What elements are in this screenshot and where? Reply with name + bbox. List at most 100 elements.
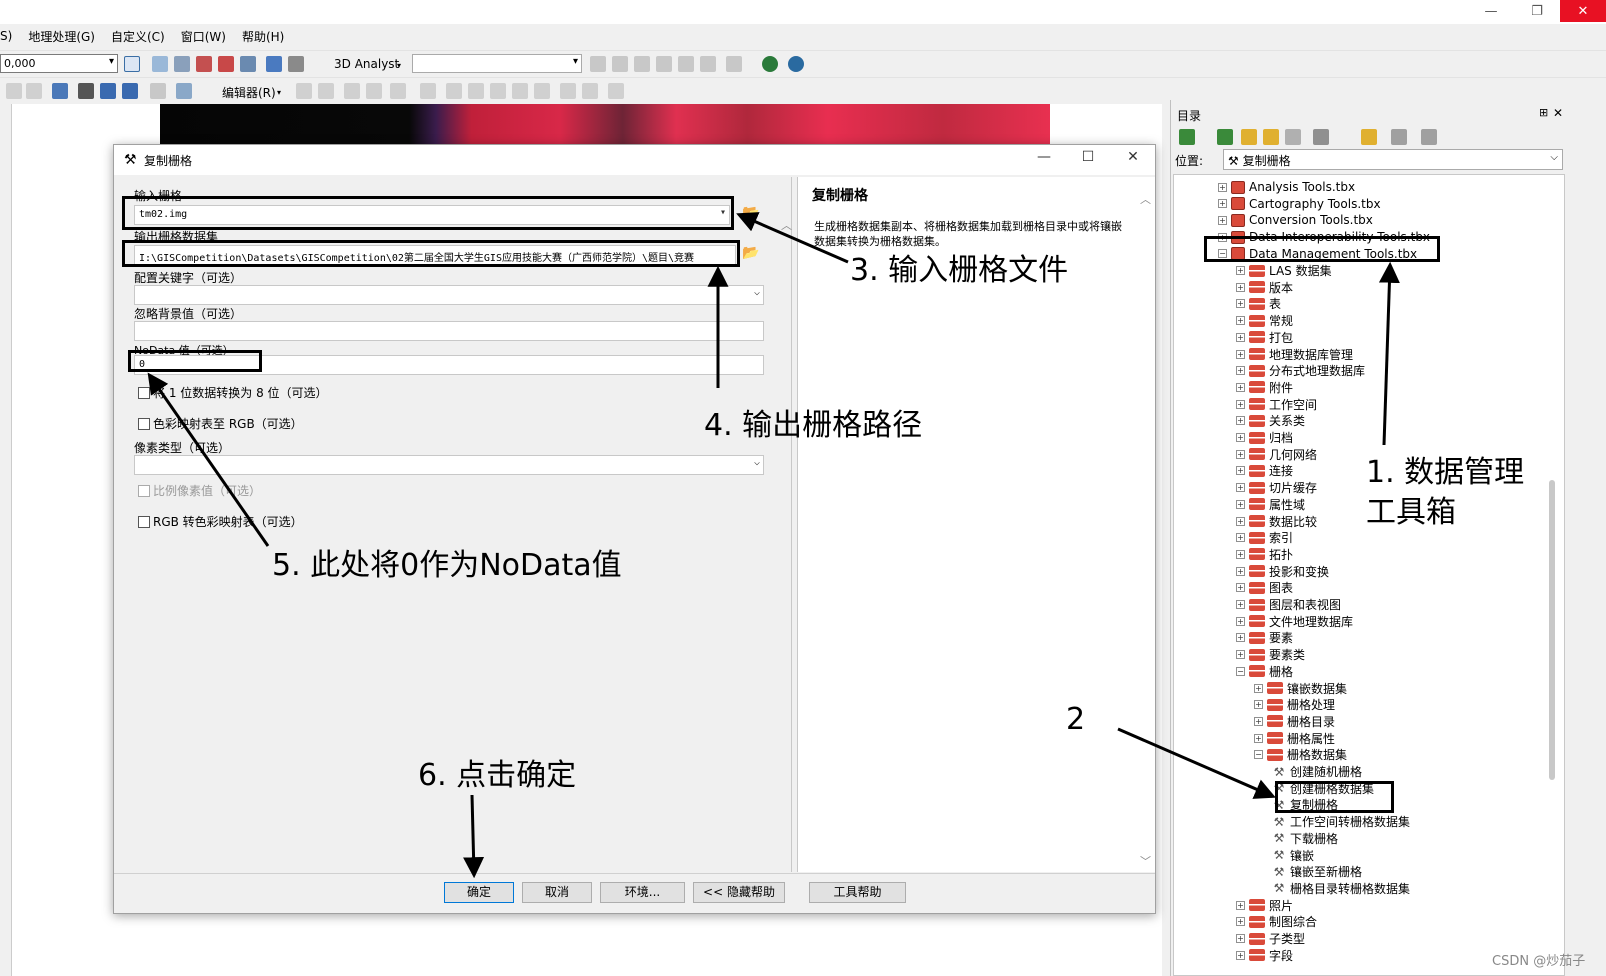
measure-icon[interactable] xyxy=(288,56,304,72)
toolset-item[interactable]: + 属性域 xyxy=(1236,496,1305,512)
toolset-item[interactable]: + 版本 xyxy=(1236,279,1293,295)
toolset-item[interactable]: + 分布式地理数据库 xyxy=(1236,363,1365,379)
globe-icon[interactable] xyxy=(762,56,778,72)
3d-analyst-label[interactable]: 3D Analyst xyxy=(334,57,399,71)
expand-icon[interactable]: + xyxy=(1236,934,1245,943)
expand-icon[interactable]: + xyxy=(1236,449,1245,459)
dialog-close-button[interactable]: ✕ xyxy=(1118,149,1148,171)
reshape-icon[interactable] xyxy=(468,83,484,99)
toolset-item[interactable]: + 投影和变换 xyxy=(1236,563,1329,579)
expand-icon[interactable]: + xyxy=(1236,433,1245,442)
scale-combo[interactable]: 0,000 ▾ xyxy=(0,54,118,73)
catalog-tree[interactable]: + Analysis Tools.tbx + Cartography Tools.tb… xyxy=(1173,174,1565,976)
identify-icon[interactable] xyxy=(100,83,116,99)
dialog-minimize-button[interactable]: — xyxy=(1029,149,1059,171)
expand-icon[interactable]: + xyxy=(1236,266,1245,275)
menu-item-partial[interactable]: S) xyxy=(0,29,20,43)
maximize-button[interactable]: ❐ xyxy=(1514,0,1560,22)
trace-icon[interactable] xyxy=(390,83,406,99)
expand-icon[interactable]: + xyxy=(1218,199,1227,209)
toolset-item[interactable]: + 关系类 xyxy=(1236,413,1305,429)
toolset-item[interactable]: − 栅格 xyxy=(1236,663,1293,679)
expand-icon[interactable]: + xyxy=(1236,616,1245,626)
toolset-item[interactable]: + 镶嵌数据集 xyxy=(1254,680,1347,696)
help-scrollbar[interactable]: ︿ ﹀ xyxy=(1138,187,1152,868)
create-features-icon[interactable] xyxy=(608,83,624,99)
expand-icon[interactable]: + xyxy=(1236,950,1245,960)
pin-icon[interactable]: ⊞ xyxy=(1539,106,1548,119)
toolset-item[interactable]: + 数据比较 xyxy=(1236,513,1317,529)
views-icon[interactable] xyxy=(1313,129,1329,145)
toolset-item[interactable]: + 常规 xyxy=(1236,313,1293,329)
edit-tool-icon[interactable] xyxy=(296,83,312,99)
expand-icon[interactable]: + xyxy=(1236,299,1245,309)
toolset-item[interactable]: + 索引 xyxy=(1236,530,1293,546)
expand-icon[interactable]: + xyxy=(1236,533,1245,543)
straight-segment-icon[interactable] xyxy=(344,83,360,99)
expand-icon[interactable]: + xyxy=(1254,733,1263,743)
rgb-colormap-checkbox[interactable]: RGB 转色彩映射表（可选） xyxy=(138,513,303,530)
expand-icon[interactable]: + xyxy=(1236,917,1245,927)
expand-icon[interactable]: + xyxy=(1236,399,1245,409)
dialog-maximize-button[interactable]: ☐ xyxy=(1073,149,1103,171)
connect-folder-icon[interactable] xyxy=(1361,129,1377,145)
menu-item-customize[interactable]: 自定义(C) xyxy=(103,28,173,45)
toolbox-item[interactable]: + Cartography Tools.tbx xyxy=(1218,196,1381,212)
catalog-close-button[interactable]: ✕ xyxy=(1553,106,1563,120)
expand-icon[interactable]: + xyxy=(1236,516,1245,526)
close-button[interactable]: ✕ xyxy=(1560,0,1606,22)
expand-icon[interactable]: + xyxy=(1236,416,1245,426)
xy-icon[interactable] xyxy=(122,83,138,99)
line-of-sight-icon[interactable] xyxy=(656,56,672,72)
parameters-scrollbar[interactable]: ︿ ﹀ xyxy=(779,217,793,897)
tool-item[interactable]: ⚒ 栅格目录转栅格数据集 xyxy=(1272,880,1410,896)
toolset-item[interactable]: + 图层和表视图 xyxy=(1236,597,1341,613)
toolset-item[interactable]: + 打包 xyxy=(1236,329,1293,345)
toolset-item[interactable]: + LAS 数据集 xyxy=(1236,263,1332,279)
up-folder-icon[interactable] xyxy=(1241,129,1257,145)
toolset-item[interactable]: + 制图综合 xyxy=(1236,914,1317,930)
expand-icon[interactable]: + xyxy=(1236,499,1245,509)
toolbox-item[interactable]: + Conversion Tools.tbx xyxy=(1218,212,1373,228)
point-icon[interactable] xyxy=(678,56,694,72)
menu-item-windows[interactable]: 窗口(W) xyxy=(173,28,234,45)
location-combo[interactable]: ⚒ 复制栅格 ⌵ xyxy=(1223,149,1563,170)
options-icon[interactable] xyxy=(1421,129,1437,145)
open-folder-icon[interactable]: 📂 xyxy=(740,205,762,225)
tool-item[interactable]: ⚒ 下载栅格 xyxy=(1272,830,1338,846)
expand-icon[interactable]: + xyxy=(1236,349,1245,359)
convert-1bit-checkbox[interactable]: 将 1 位数据转换为 8 位（可选） xyxy=(138,384,328,401)
arcglobe-icon[interactable] xyxy=(788,56,804,72)
toolset-item[interactable]: + 栅格目录 xyxy=(1254,713,1335,729)
magnifier-icon[interactable] xyxy=(176,83,192,99)
toolset-item[interactable]: + 切片缓存 xyxy=(1236,480,1317,496)
tool-item[interactable]: ⚒ 镶嵌 xyxy=(1272,847,1314,863)
expand-icon[interactable]: + xyxy=(1236,466,1245,476)
point-tool-icon[interactable] xyxy=(420,83,436,99)
colormap-rgb-checkbox[interactable]: 色彩映射表至 RGB（可选） xyxy=(138,415,303,432)
collapse-icon[interactable]: − xyxy=(1236,666,1245,676)
toolbox-item[interactable]: + Analysis Tools.tbx xyxy=(1218,179,1355,195)
polygon-icon[interactable] xyxy=(700,56,716,72)
editor-toolbar-icon[interactable] xyxy=(124,56,140,72)
expand-icon[interactable]: + xyxy=(1236,382,1245,392)
toolset-item[interactable]: + 拓扑 xyxy=(1236,546,1293,562)
toolset-item[interactable]: + 工作空间 xyxy=(1236,396,1317,412)
html-popup-icon[interactable] xyxy=(150,83,166,99)
toolset-item[interactable]: + 地理数据库管理 xyxy=(1236,346,1353,362)
layout-icon[interactable] xyxy=(174,56,190,72)
expand-icon[interactable]: + xyxy=(1218,182,1227,192)
expand-icon[interactable]: + xyxy=(1236,366,1245,376)
chevron-down-icon[interactable]: ▾ xyxy=(277,88,281,97)
expand-icon[interactable]: + xyxy=(1236,566,1245,576)
tool-item[interactable]: ⚒ 镶嵌至新栅格 xyxy=(1272,864,1362,880)
cut-polygons-icon[interactable] xyxy=(490,83,506,99)
expand-icon[interactable]: + xyxy=(1236,600,1245,609)
ok-button[interactable]: 确定 xyxy=(444,882,514,903)
forward-icon[interactable] xyxy=(1217,129,1233,145)
expand-icon[interactable]: + xyxy=(1254,700,1263,710)
open-folder-icon[interactable]: 📂 xyxy=(740,245,762,265)
minimize-button[interactable]: — xyxy=(1468,0,1514,22)
ignore-background-field[interactable] xyxy=(134,321,764,341)
binoculars-icon[interactable] xyxy=(78,83,94,99)
